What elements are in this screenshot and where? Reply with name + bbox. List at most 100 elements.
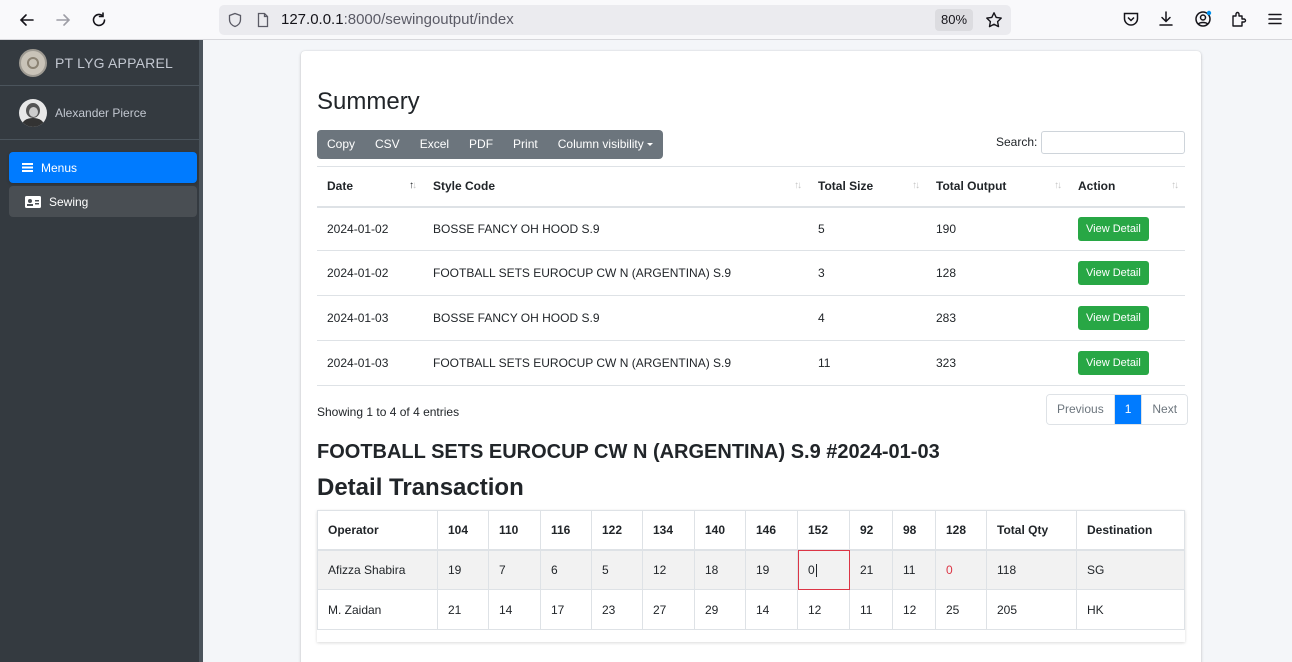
cell-output: 190	[926, 206, 1068, 251]
cell-qty[interactable]: 17	[540, 589, 592, 630]
column-header-operator: Operator	[317, 510, 438, 551]
cell-action: View Detail	[1068, 250, 1185, 296]
column-visibility-button[interactable]: Column visibility	[548, 130, 663, 159]
detail-table: Operator 104 110 116 122 134 140 146 152…	[317, 510, 1185, 630]
column-header-size: 146	[745, 510, 798, 551]
text-cursor	[815, 563, 817, 577]
cell-qty[interactable]: 7	[488, 549, 541, 590]
view-detail-button[interactable]: View Detail	[1078, 351, 1149, 375]
cell-qty[interactable]: 19	[437, 549, 489, 590]
view-detail-button[interactable]: View Detail	[1078, 216, 1149, 241]
cell-qty[interactable]: 29	[694, 589, 746, 630]
style-title: FOOTBALL SETS EUROCUP CW N (ARGENTINA) S…	[317, 441, 940, 463]
forward-button[interactable]	[51, 8, 75, 32]
cell-destination: HK	[1076, 589, 1185, 630]
pdf-button[interactable]: PDF	[459, 130, 503, 159]
downloads-icon[interactable]	[1157, 10, 1177, 30]
copy-button[interactable]: Copy	[317, 130, 365, 159]
page-1-button[interactable]: 1	[1114, 395, 1142, 424]
user-name[interactable]: Alexander Pierce	[55, 106, 146, 120]
column-header-size: 110	[488, 510, 541, 551]
column-header-date[interactable]: Date ↑↓	[317, 166, 423, 208]
cell-qty[interactable]: 0	[935, 549, 987, 590]
bars-icon	[22, 162, 33, 173]
pagination: Previous 1 Next	[1046, 394, 1189, 425]
shield-icon[interactable]	[227, 12, 243, 28]
page-icon[interactable]	[255, 12, 271, 28]
next-page-button[interactable]: Next	[1141, 395, 1188, 424]
app-menu-icon[interactable]	[1266, 10, 1286, 30]
cell-total-qty: 118	[986, 549, 1077, 590]
cell-qty[interactable]: 12	[892, 589, 936, 630]
cell-operator: Afizza Shabira	[317, 549, 438, 590]
view-detail-button[interactable]: View Detail	[1078, 261, 1149, 285]
sidebar-item-label: Menus	[41, 160, 78, 175]
bookmark-star-icon[interactable]	[985, 11, 1003, 29]
column-header-total-output[interactable]: Total Output ↑↓	[926, 166, 1068, 208]
cell-size: 11	[808, 340, 926, 386]
cell-qty[interactable]: 11	[892, 549, 936, 590]
cell-qty[interactable]: 21	[437, 589, 489, 630]
cell-action: View Detail	[1068, 295, 1185, 341]
sidebar-item-sewing[interactable]: Sewing	[9, 186, 197, 217]
brand-text: PT LYG APPAREL	[55, 54, 173, 71]
id-card-icon	[25, 195, 41, 208]
cell-qty[interactable]: 27	[642, 589, 695, 630]
cell-qty[interactable]: 12	[797, 589, 850, 630]
cell-output: 128	[926, 250, 1068, 296]
cell-qty[interactable]: 6	[540, 549, 592, 590]
table-header-row: Operator 104 110 116 122 134 140 146 152…	[317, 510, 1185, 551]
sidebar-item-menus[interactable]: Menus	[9, 152, 197, 183]
cell-edit-value[interactable]: 0	[808, 563, 815, 577]
summary-title: Summery	[317, 88, 420, 115]
account-icon[interactable]	[1194, 10, 1214, 30]
cell-qty[interactable]: 23	[591, 589, 643, 630]
zoom-indicator[interactable]: 80%	[935, 9, 974, 31]
sort-icon: ↑↓	[1171, 180, 1179, 191]
extensions-icon[interactable]	[1230, 10, 1250, 30]
cell-style: BOSSE FANCY OH HOOD S.9	[423, 206, 808, 251]
csv-button[interactable]: CSV	[365, 130, 410, 159]
url-text[interactable]: 127.0.0.1:8000/sewingoutput/index	[281, 11, 514, 28]
cell-destination: SG	[1076, 549, 1185, 590]
avatar	[19, 98, 47, 127]
cell-style: FOOTBALL SETS EUROCUP CW N (ARGENTINA) S…	[423, 340, 808, 386]
back-button[interactable]	[15, 8, 39, 32]
column-header-action[interactable]: Action ↑↓	[1068, 166, 1185, 208]
cell-qty[interactable]: 5	[591, 549, 643, 590]
column-header-size: 98	[892, 510, 936, 551]
previous-page-button[interactable]: Previous	[1047, 395, 1115, 424]
brand-link[interactable]: PT LYG APPAREL	[0, 40, 199, 86]
view-detail-button[interactable]: View Detail	[1078, 306, 1149, 330]
cell-qty[interactable]: 21	[849, 549, 893, 590]
reload-button[interactable]	[87, 8, 111, 32]
user-panel[interactable]: Alexander Pierce	[0, 86, 199, 140]
cell-qty-editing[interactable]: 0	[797, 549, 850, 590]
cell-style: FOOTBALL SETS EUROCUP CW N (ARGENTINA) S…	[423, 250, 808, 296]
cell-qty[interactable]: 18	[694, 549, 746, 590]
cell-date: 2024-01-02	[317, 250, 423, 296]
cell-qty[interactable]: 14	[745, 589, 798, 630]
cell-qty[interactable]: 25	[935, 589, 987, 630]
column-header-size: 92	[849, 510, 893, 551]
column-header-style-code[interactable]: Style Code ↑↓	[423, 166, 808, 208]
table-info: Showing 1 to 4 of 4 entries	[317, 405, 460, 419]
search-input[interactable]	[1041, 131, 1185, 154]
table-row: 2024-01-02 BOSSE FANCY OH HOOD S.9 5 190…	[317, 206, 1185, 251]
column-header-size: 104	[437, 510, 489, 551]
sidebar: PT LYG APPAREL Alexander Pierce Menus Se…	[0, 40, 203, 662]
cell-qty[interactable]: 14	[488, 589, 541, 630]
pocket-icon[interactable]	[1122, 10, 1142, 30]
column-header-total-size[interactable]: Total Size ↑↓	[808, 166, 926, 208]
url-bar[interactable]: 127.0.0.1:8000/sewingoutput/index 80%	[219, 5, 1011, 35]
sort-icon: ↑↓	[794, 180, 802, 191]
column-header-size: 128	[935, 510, 987, 551]
cell-action: View Detail	[1068, 340, 1185, 386]
cell-qty[interactable]: 11	[849, 589, 893, 630]
cell-qty[interactable]: 12	[642, 549, 695, 590]
print-button[interactable]: Print	[503, 130, 548, 159]
cell-output: 283	[926, 295, 1068, 341]
excel-button[interactable]: Excel	[410, 130, 459, 159]
cell-qty[interactable]: 19	[745, 549, 798, 590]
browser-toolbar: 127.0.0.1:8000/sewingoutput/index 80%	[0, 0, 1292, 40]
